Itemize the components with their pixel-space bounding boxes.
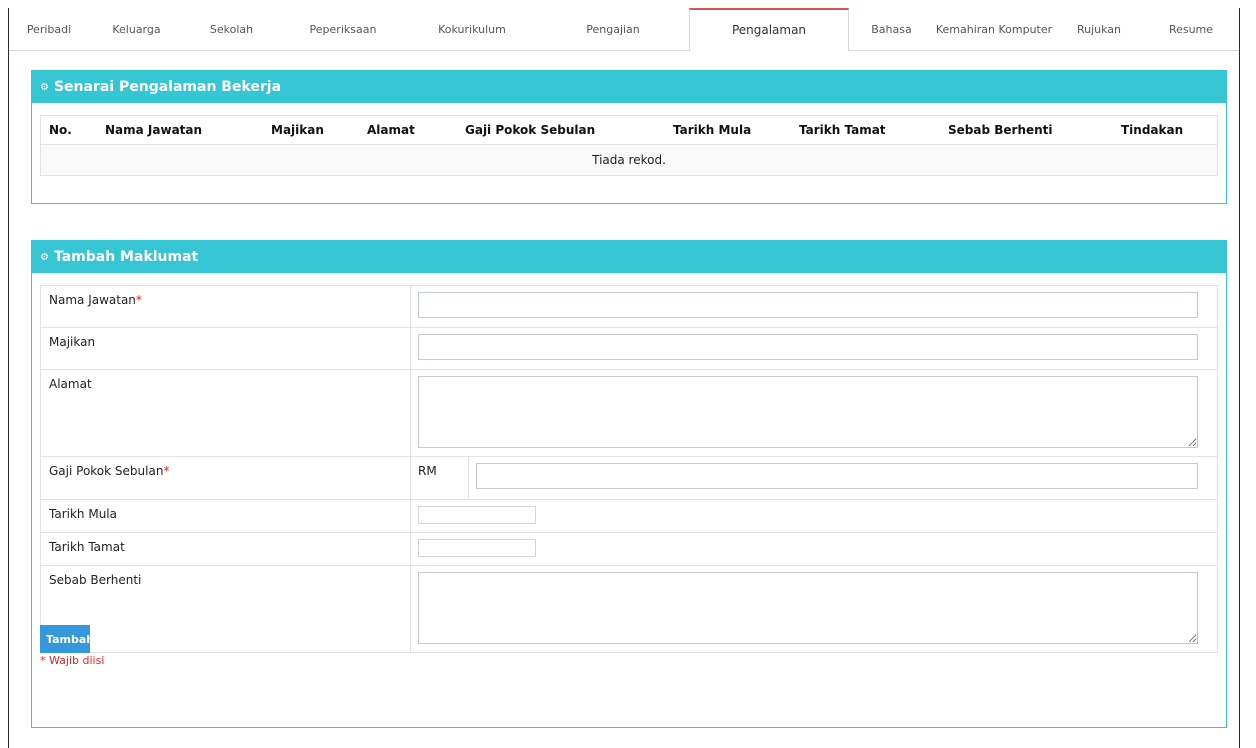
col-alamat: Alamat: [359, 115, 457, 145]
tab-sekolah[interactable]: Sekolah: [184, 8, 279, 50]
alamat-textarea[interactable]: [418, 376, 1198, 448]
form-row-nama-jawatan: Nama Jawatan*: [40, 285, 1218, 328]
gaji-label: Gaji Pokok Sebulan*: [40, 456, 411, 500]
col-no: No.: [40, 115, 97, 145]
gaji-input[interactable]: [476, 463, 1198, 489]
sebab-berhenti-textarea[interactable]: [418, 572, 1198, 644]
tab-peribadi[interactable]: Peribadi: [9, 8, 89, 50]
tab-keluarga[interactable]: Keluarga: [89, 8, 184, 50]
form-row-tarikh-mula: Tarikh Mula: [40, 499, 1218, 533]
page-frame: Peribadi Keluarga Sekolah Peperiksaan Ko…: [8, 8, 1240, 748]
cogs-icon: ⚙: [40, 251, 49, 263]
tambah-button[interactable]: Tambah: [40, 625, 94, 653]
form-row-majikan: Majikan: [40, 327, 1218, 370]
col-tarikh-mula: Tarikh Mula: [665, 115, 791, 145]
table-row: Tiada rekod.: [40, 144, 1218, 176]
experience-table: No. Nama Jawatan Majikan Alamat Gaji Pok…: [40, 115, 1218, 176]
tab-kokurikulum[interactable]: Kokurikulum: [407, 8, 537, 50]
list-panel-title: Senarai Pengalaman Bekerja: [53, 79, 282, 95]
add-experience-form: Nama Jawatan* Majikan Alamat Gaji Pokok …: [40, 285, 1218, 653]
nama-jawatan-input[interactable]: [418, 292, 1198, 318]
alamat-label: Alamat: [40, 369, 411, 457]
tarikh-tamat-input[interactable]: [418, 539, 536, 557]
tab-resume[interactable]: Resume: [1144, 8, 1238, 50]
list-panel-header: ⚙ Senarai Pengalaman Bekerja: [32, 71, 1226, 103]
form-row-tarikh-tamat: Tarikh Tamat: [40, 532, 1218, 566]
work-experience-list-panel: ⚙ Senarai Pengalaman Bekerja No. Nama Ja…: [31, 70, 1227, 204]
tarikh-tamat-label: Tarikh Tamat: [40, 532, 411, 566]
required-note: * Wajib diisi: [40, 654, 105, 667]
form-panel-header: ⚙ Tambah Maklumat: [32, 241, 1226, 273]
col-tindakan: Tindakan: [1113, 115, 1218, 145]
col-sebab-berhenti: Sebab Berhenti: [940, 115, 1113, 145]
tab-bahasa[interactable]: Bahasa: [849, 8, 934, 50]
tab-kemahiran-komputer[interactable]: Kemahiran Komputer: [934, 8, 1054, 50]
form-row-sebab-berhenti: Sebab Berhenti: [40, 565, 1218, 653]
form-row-alamat: Alamat: [40, 369, 1218, 457]
add-info-panel: ⚙ Tambah Maklumat Nama Jawatan* Majikan …: [31, 240, 1227, 728]
col-tarikh-tamat: Tarikh Tamat: [791, 115, 940, 145]
required-asterisk: *: [163, 464, 170, 478]
col-gaji: Gaji Pokok Sebulan: [457, 115, 665, 145]
table-header-row: No. Nama Jawatan Majikan Alamat Gaji Pok…: [40, 115, 1218, 145]
empty-message: Tiada rekod.: [40, 144, 1218, 176]
majikan-input[interactable]: [418, 334, 1198, 360]
tab-pengajian[interactable]: Pengajian: [537, 8, 689, 50]
tab-pengalaman[interactable]: Pengalaman: [689, 8, 849, 51]
currency-prefix: RM: [411, 457, 469, 499]
tarikh-mula-label: Tarikh Mula: [40, 499, 411, 533]
tab-rujukan[interactable]: Rujukan: [1054, 8, 1144, 50]
tab-bar: Peribadi Keluarga Sekolah Peperiksaan Ko…: [9, 8, 1239, 51]
tarikh-mula-input[interactable]: [418, 506, 536, 524]
majikan-label: Majikan: [40, 327, 411, 370]
nama-jawatan-label: Nama Jawatan*: [40, 285, 411, 328]
sebab-berhenti-label: Sebab Berhenti: [40, 565, 411, 653]
col-nama-jawatan: Nama Jawatan: [97, 115, 263, 145]
cogs-icon: ⚙: [40, 81, 49, 93]
form-row-gaji: Gaji Pokok Sebulan* RM: [40, 456, 1218, 500]
form-panel-title: Tambah Maklumat: [53, 249, 199, 265]
col-majikan: Majikan: [263, 115, 359, 145]
required-asterisk: *: [135, 293, 142, 307]
tab-peperiksaan[interactable]: Peperiksaan: [279, 8, 407, 50]
